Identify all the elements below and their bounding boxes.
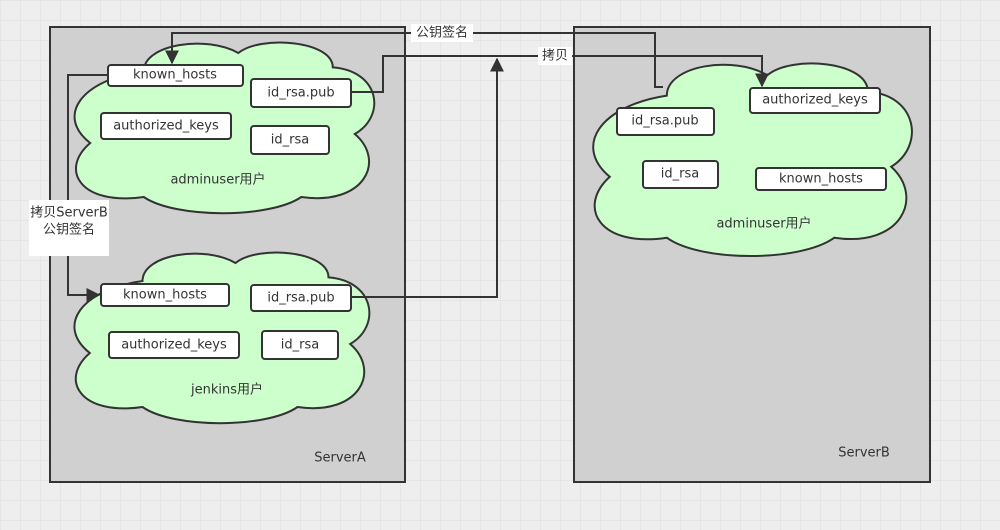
svg-text:id_rsa.pub: id_rsa.pub bbox=[631, 114, 698, 129]
edge-label-pubkey-sign: 公钥签名 bbox=[416, 25, 468, 41]
file-known-hosts[interactable]: known_hosts bbox=[107, 64, 244, 87]
edge-label-copy-serverb: 拷贝ServerB bbox=[30, 206, 108, 221]
svg-text:authorized_keys: authorized_keys bbox=[762, 93, 868, 108]
svg-text:id_rsa.pub: id_rsa.pub bbox=[267, 86, 334, 101]
file-authorized-keys[interactable]: authorized_keys bbox=[100, 112, 232, 140]
diagram-canvas: ServerA ServerB adminuser用户 jenkins用户 ad… bbox=[0, 0, 1000, 530]
file-known-hosts[interactable]: known_hosts bbox=[100, 283, 230, 307]
file-id-rsa-pub[interactable]: id_rsa.pub bbox=[250, 78, 352, 108]
file-id-rsa-pub[interactable]: id_rsa.pub bbox=[250, 284, 352, 312]
file-id-rsa[interactable]: id_rsa bbox=[642, 160, 719, 189]
svg-text:id_rsa: id_rsa bbox=[281, 338, 319, 353]
server-b-label: ServerB bbox=[838, 446, 890, 461]
svg-text:known_hosts: known_hosts bbox=[779, 172, 863, 187]
file-id-rsa-pub[interactable]: id_rsa.pub bbox=[616, 107, 715, 136]
svg-text:known_hosts: known_hosts bbox=[133, 68, 217, 83]
file-authorized-keys[interactable]: authorized_keys bbox=[749, 87, 881, 114]
edge-label-copy: 拷贝 bbox=[542, 49, 568, 64]
svg-text:id_rsa.pub: id_rsa.pub bbox=[267, 291, 334, 306]
servera-adminuser-label: adminuser用户 bbox=[170, 172, 265, 188]
file-authorized-keys[interactable]: authorized_keys bbox=[108, 331, 240, 359]
svg-text:id_rsa: id_rsa bbox=[661, 167, 699, 182]
file-id-rsa[interactable]: id_rsa bbox=[250, 125, 330, 155]
serverb-adminuser-label: adminuser用户 bbox=[716, 216, 811, 232]
servera-jenkins-label: jenkins用户 bbox=[190, 382, 263, 398]
svg-text:id_rsa: id_rsa bbox=[271, 133, 309, 148]
svg-text:known_hosts: known_hosts bbox=[123, 288, 207, 303]
file-known-hosts[interactable]: known_hosts bbox=[755, 167, 887, 191]
server-a-label: ServerA bbox=[314, 451, 366, 466]
svg-text:authorized_keys: authorized_keys bbox=[121, 338, 227, 353]
edge-label-copy-serverb-sign: 公钥签名 bbox=[43, 222, 95, 238]
svg-text:authorized_keys: authorized_keys bbox=[113, 119, 219, 134]
file-id-rsa[interactable]: id_rsa bbox=[261, 330, 339, 360]
